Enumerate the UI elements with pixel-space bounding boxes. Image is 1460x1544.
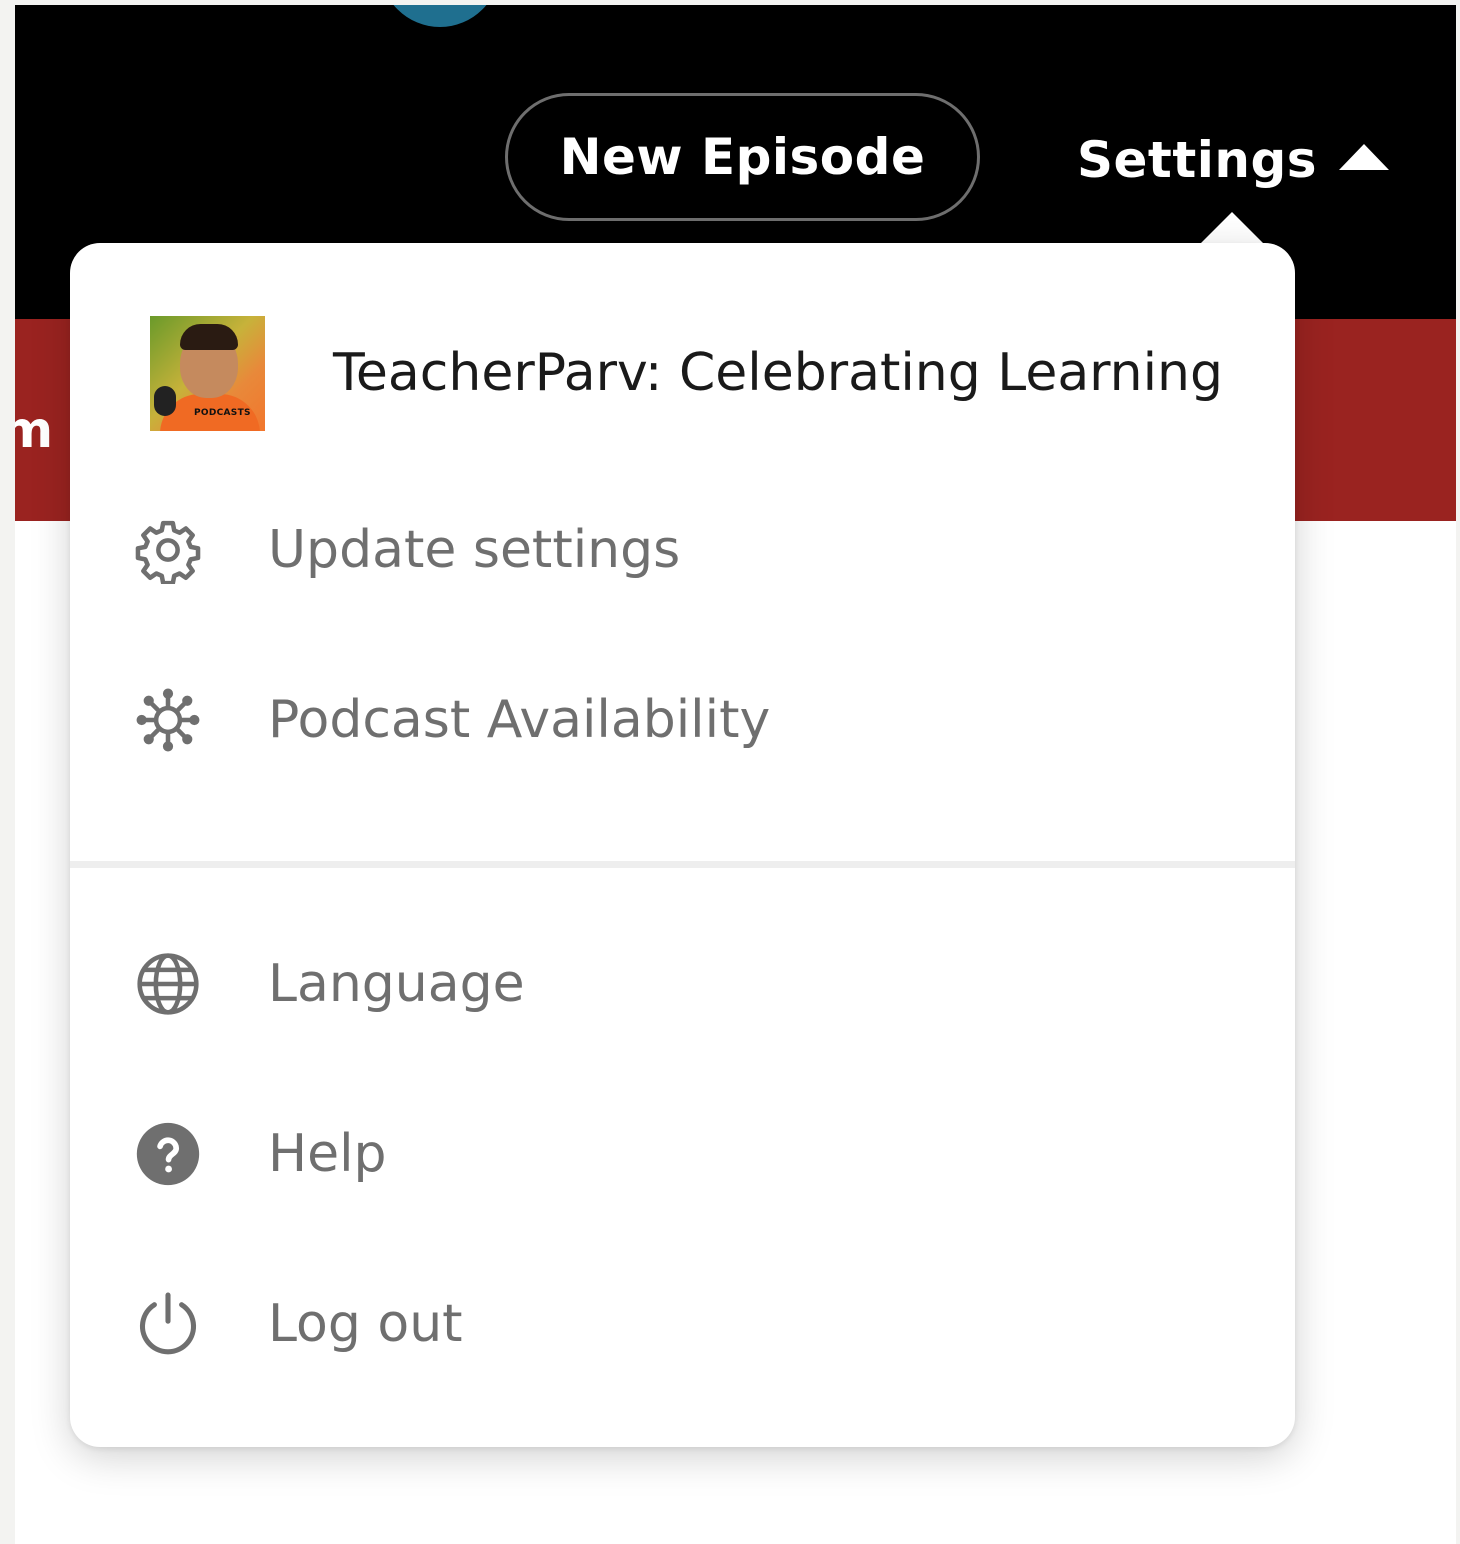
caret-up-icon bbox=[1339, 144, 1390, 170]
menu-item-label: Update settings bbox=[268, 520, 681, 580]
globe-icon bbox=[134, 950, 202, 1018]
partial-heading-text: m bbox=[15, 401, 54, 459]
brand-logo-fragment bbox=[380, 5, 500, 27]
menu-item-label: Language bbox=[268, 954, 525, 1014]
settings-dropdown-menu: PODCASTS TeacherParv: Celebrating Learni… bbox=[70, 243, 1295, 1447]
podcast-avatar: PODCASTS bbox=[150, 315, 265, 431]
menu-item-label: Podcast Availability bbox=[268, 690, 771, 750]
avatar-hair-shape bbox=[180, 323, 238, 350]
menu-item-podcast-availability[interactable]: Podcast Availability bbox=[134, 675, 770, 765]
menu-item-language[interactable]: Language bbox=[134, 939, 525, 1029]
menu-item-label: Log out bbox=[268, 1294, 463, 1354]
network-hub-icon bbox=[134, 686, 202, 754]
dropdown-pointer bbox=[1198, 212, 1266, 246]
podcast-profile[interactable]: PODCASTS TeacherParv: Celebrating Learni… bbox=[150, 315, 1223, 431]
settings-label: Settings bbox=[1077, 131, 1318, 189]
menu-divider bbox=[70, 861, 1295, 868]
avatar-caption: PODCASTS bbox=[194, 407, 251, 418]
settings-menu-toggle[interactable]: Settings bbox=[1077, 115, 1390, 205]
podcast-name: TeacherParv: Celebrating Learning bbox=[333, 343, 1224, 403]
menu-item-update-settings[interactable]: Update settings bbox=[134, 505, 680, 595]
microphone-icon bbox=[154, 385, 176, 416]
menu-item-help[interactable]: Help bbox=[134, 1109, 387, 1199]
new-episode-button[interactable]: New Episode bbox=[505, 93, 980, 221]
menu-item-label: Help bbox=[268, 1124, 387, 1184]
gear-icon bbox=[134, 516, 202, 584]
power-icon bbox=[134, 1290, 202, 1358]
menu-item-log-out[interactable]: Log out bbox=[134, 1279, 463, 1369]
help-circle-icon bbox=[134, 1120, 202, 1188]
